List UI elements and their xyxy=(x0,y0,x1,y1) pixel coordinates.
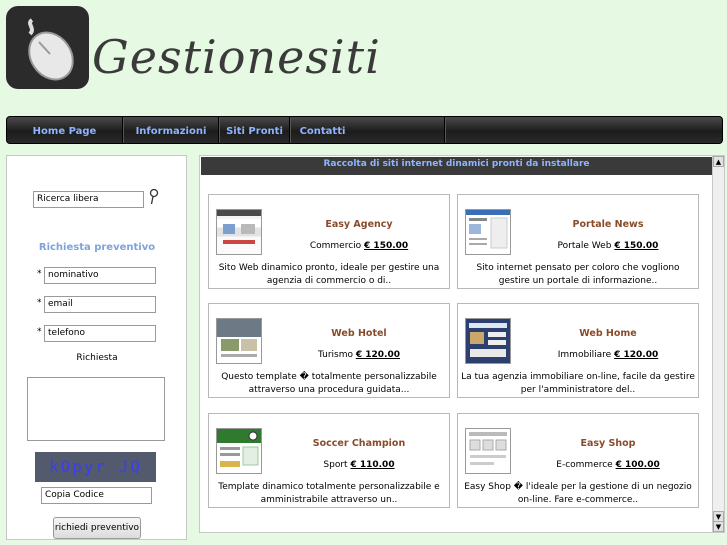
search-icon[interactable] xyxy=(149,188,159,210)
card-category: Immobiliare xyxy=(557,350,612,360)
card-title[interactable]: Web Home xyxy=(518,328,698,339)
card-title[interactable]: Portale News xyxy=(518,219,698,230)
easy-shop-thumbnail[interactable] xyxy=(465,428,511,474)
main-panel-title: Raccolta di siti internet dinamici pront… xyxy=(201,157,712,175)
main-panel: Raccolta di siti internet dinamici pront… xyxy=(199,155,725,533)
main-nav: Home Page Informazioni Siti Pronti Conta… xyxy=(6,116,723,144)
richiesta-textarea[interactable] xyxy=(27,377,165,441)
product-card[interactable]: Easy Agency Commercio € 150.00 Sito Web … xyxy=(208,194,450,289)
card-description: Sito internet pensato per coloro che vog… xyxy=(476,263,680,286)
nav-contatti[interactable]: Contatti xyxy=(291,117,445,143)
card-price-line: Commercio € 150.00 xyxy=(269,241,449,251)
portale-news-thumbnail[interactable] xyxy=(465,209,511,255)
card-price-line: Immobiliare € 120.00 xyxy=(518,350,698,360)
card-price[interactable]: € 150.00 xyxy=(614,241,658,251)
scroll-up-icon[interactable]: ▲ xyxy=(713,156,724,167)
card-price[interactable]: € 110.00 xyxy=(350,460,394,470)
card-description: Questo template � totalmente personalizz… xyxy=(221,372,437,395)
card-description: La tua agenzia immobiliare on-line, faci… xyxy=(461,372,695,395)
card-price-line: E-commerce € 100.00 xyxy=(518,460,698,470)
nav-home[interactable]: Home Page xyxy=(7,117,123,143)
required-mark: * xyxy=(37,269,42,279)
card-category: Turismo xyxy=(317,350,353,360)
card-price-line: Sport € 110.00 xyxy=(269,460,449,470)
web-hotel-thumbnail[interactable] xyxy=(216,318,262,364)
web-home-thumbnail[interactable] xyxy=(465,318,511,364)
preventivo-title: Richiesta preventivo xyxy=(38,242,156,253)
card-category: Sport xyxy=(323,460,348,470)
card-price[interactable]: € 120.00 xyxy=(356,350,400,360)
richiesta-label: Richiesta xyxy=(76,353,118,363)
captcha-code-input[interactable]: Copia Codice xyxy=(41,487,152,504)
product-card[interactable]: Soccer Champion Sport € 110.00 Template … xyxy=(208,413,450,508)
card-price[interactable]: € 150.00 xyxy=(364,241,408,251)
nav-siti-pronti[interactable]: Siti Pronti xyxy=(220,117,290,143)
card-title[interactable]: Soccer Champion xyxy=(269,438,449,449)
product-card[interactable]: Portale News Portale Web € 150.00 Sito i… xyxy=(457,194,699,289)
card-price-line: Portale Web € 150.00 xyxy=(518,241,698,251)
required-mark: * xyxy=(37,298,42,308)
sidebar: Ricerca libera Richiesta preventivo * no… xyxy=(6,155,187,540)
phone-field[interactable]: telefono xyxy=(44,325,156,342)
required-mark: * xyxy=(37,327,42,337)
logo-mouse-icon[interactable] xyxy=(6,6,89,89)
submit-preventivo-button[interactable]: richiedi preventivo xyxy=(53,517,141,539)
card-price[interactable]: € 100.00 xyxy=(616,460,660,470)
card-price-line: Turismo € 120.00 xyxy=(269,350,449,360)
easy-agency-thumbnail[interactable] xyxy=(216,209,262,255)
scroll-down-icon[interactable]: ▼ xyxy=(713,521,724,532)
card-description: Template dinamico totalmente personalizz… xyxy=(218,482,440,505)
card-description: Easy Shop � l'ideale per la gestione di … xyxy=(464,482,692,505)
card-price[interactable]: € 120.00 xyxy=(614,350,658,360)
search-input[interactable]: Ricerca libera xyxy=(33,191,144,208)
soccer-champion-thumbnail[interactable] xyxy=(216,428,262,474)
card-category: Commercio xyxy=(309,241,362,251)
site-brand-title[interactable]: Gestionesiti xyxy=(92,30,381,84)
product-card[interactable]: Easy Shop E-commerce € 100.00 Easy Shop … xyxy=(457,413,699,508)
captcha-image: kOpyr JQ xyxy=(35,452,156,482)
card-title[interactable]: Easy Agency xyxy=(269,219,449,230)
card-category: Portale Web xyxy=(557,241,612,251)
vertical-scrollbar[interactable]: ▲ ▼ ▼ xyxy=(712,156,724,532)
card-description: Sito Web dinamico pronto, ideale per ges… xyxy=(218,263,440,286)
card-title[interactable]: Web Hotel xyxy=(269,328,449,339)
product-card[interactable]: Web Home Immobiliare € 120.00 La tua age… xyxy=(457,303,699,398)
product-card[interactable]: Web Hotel Turismo € 120.00 Questo templa… xyxy=(208,303,450,398)
card-category: E-commerce xyxy=(556,460,613,470)
nav-informazioni[interactable]: Informazioni xyxy=(124,117,219,143)
name-field[interactable]: nominativo xyxy=(44,267,156,284)
card-title[interactable]: Easy Shop xyxy=(518,438,698,449)
email-field[interactable]: email xyxy=(44,296,156,313)
